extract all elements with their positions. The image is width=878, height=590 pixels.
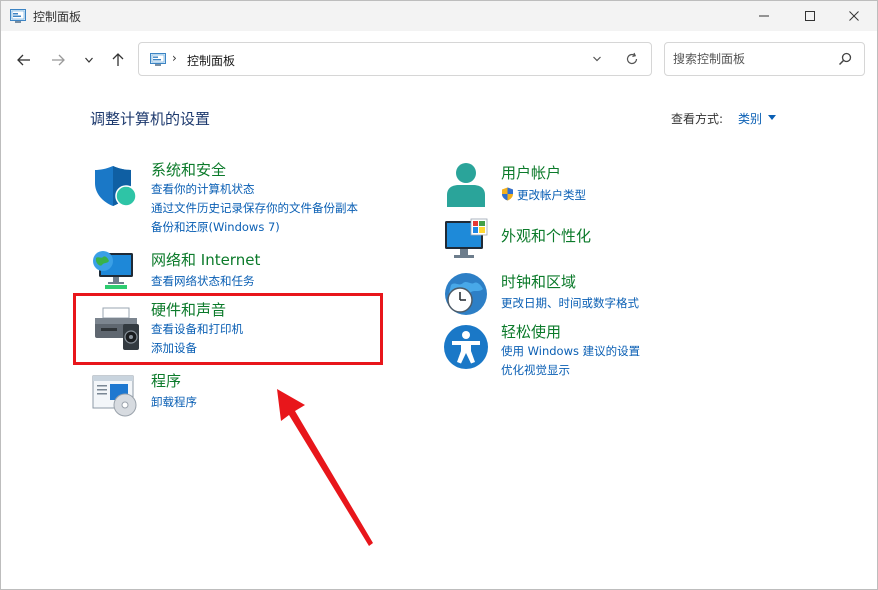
address-bar[interactable]: › 控制面板 <box>138 42 652 76</box>
close-button[interactable] <box>831 1 877 31</box>
link-view-network-status[interactable]: 查看网络状态和任务 <box>151 273 255 289</box>
up-button[interactable] <box>107 49 129 71</box>
category-user-accounts[interactable]: 用户帐户 <box>501 162 561 183</box>
link-file-history[interactable]: 通过文件历史记录保存你的文件备份副本 <box>151 200 358 216</box>
appearance-monitor-icon[interactable] <box>443 217 489 263</box>
category-network-internet[interactable]: 网络和 Internet <box>151 249 260 270</box>
link-change-account-type[interactable]: 更改帐户类型 <box>517 187 586 203</box>
maximize-icon <box>805 11 815 21</box>
minimize-icon <box>759 15 769 17</box>
shield-icon[interactable] <box>93 163 139 209</box>
search-icon[interactable] <box>838 52 852 66</box>
category-appearance[interactable]: 外观和个性化 <box>501 225 591 246</box>
category-clock-region[interactable]: 时钟和区域 <box>501 271 576 292</box>
link-view-computer-status[interactable]: 查看你的计算机状态 <box>151 181 255 197</box>
arrow-left-icon <box>17 54 30 66</box>
close-icon <box>849 11 859 21</box>
accessibility-icon[interactable] <box>443 324 489 370</box>
annotation-highlight-box <box>73 293 383 365</box>
category-programs[interactable]: 程序 <box>151 370 181 391</box>
programs-icon[interactable] <box>91 373 137 419</box>
window-title: 控制面板 <box>33 10 82 24</box>
uac-shield-icon <box>502 187 513 201</box>
breadcrumb-separator: › <box>172 51 177 65</box>
page-title: 调整计算机的设置 <box>90 110 211 128</box>
title-bar: 控制面板 <box>1 1 877 31</box>
address-dropdown-icon[interactable] <box>591 53 603 65</box>
control-panel-window: 控制面板 › 控制面板 搜索控制面板 调整计算机的设置 查看方式: 类别 系统和… <box>0 0 878 590</box>
category-system-security[interactable]: 系统和安全 <box>151 159 226 180</box>
breadcrumb-control-panel[interactable]: 控制面板 <box>187 52 235 69</box>
network-globe-icon[interactable] <box>91 247 137 293</box>
link-optimize-visual-display[interactable]: 优化视觉显示 <box>501 362 570 378</box>
user-accounts-icon[interactable] <box>443 161 489 207</box>
clock-globe-icon[interactable] <box>443 271 489 317</box>
view-by-caret-icon[interactable] <box>768 115 776 120</box>
minimize-button[interactable] <box>741 1 787 31</box>
refresh-icon[interactable] <box>625 52 639 66</box>
annotation-arrow-icon <box>277 389 373 546</box>
search-box[interactable] <box>664 42 865 76</box>
back-button[interactable] <box>13 49 35 71</box>
forward-button[interactable] <box>47 49 69 71</box>
chevron-down-icon <box>85 57 93 63</box>
arrow-right-icon <box>52 54 65 66</box>
view-by-dropdown[interactable]: 类别 <box>738 110 762 127</box>
maximize-button[interactable] <box>787 1 833 31</box>
link-uninstall-program[interactable]: 卸载程序 <box>151 394 197 410</box>
view-by-label: 查看方式: <box>671 112 724 126</box>
category-ease-of-access[interactable]: 轻松使用 <box>501 321 561 342</box>
recent-locations-button[interactable] <box>78 49 100 71</box>
arrow-up-icon <box>112 53 124 66</box>
control-panel-app-icon <box>10 9 26 23</box>
link-windows-recommended-settings[interactable]: 使用 Windows 建议的设置 <box>501 343 640 359</box>
link-backup-restore[interactable]: 备份和还原(Windows 7) <box>151 219 280 235</box>
search-input[interactable] <box>673 50 833 68</box>
control-panel-icon <box>150 53 166 66</box>
navigation-bar: › 控制面板 <box>1 31 877 87</box>
link-change-date-time-format[interactable]: 更改日期、时间或数字格式 <box>501 295 639 311</box>
